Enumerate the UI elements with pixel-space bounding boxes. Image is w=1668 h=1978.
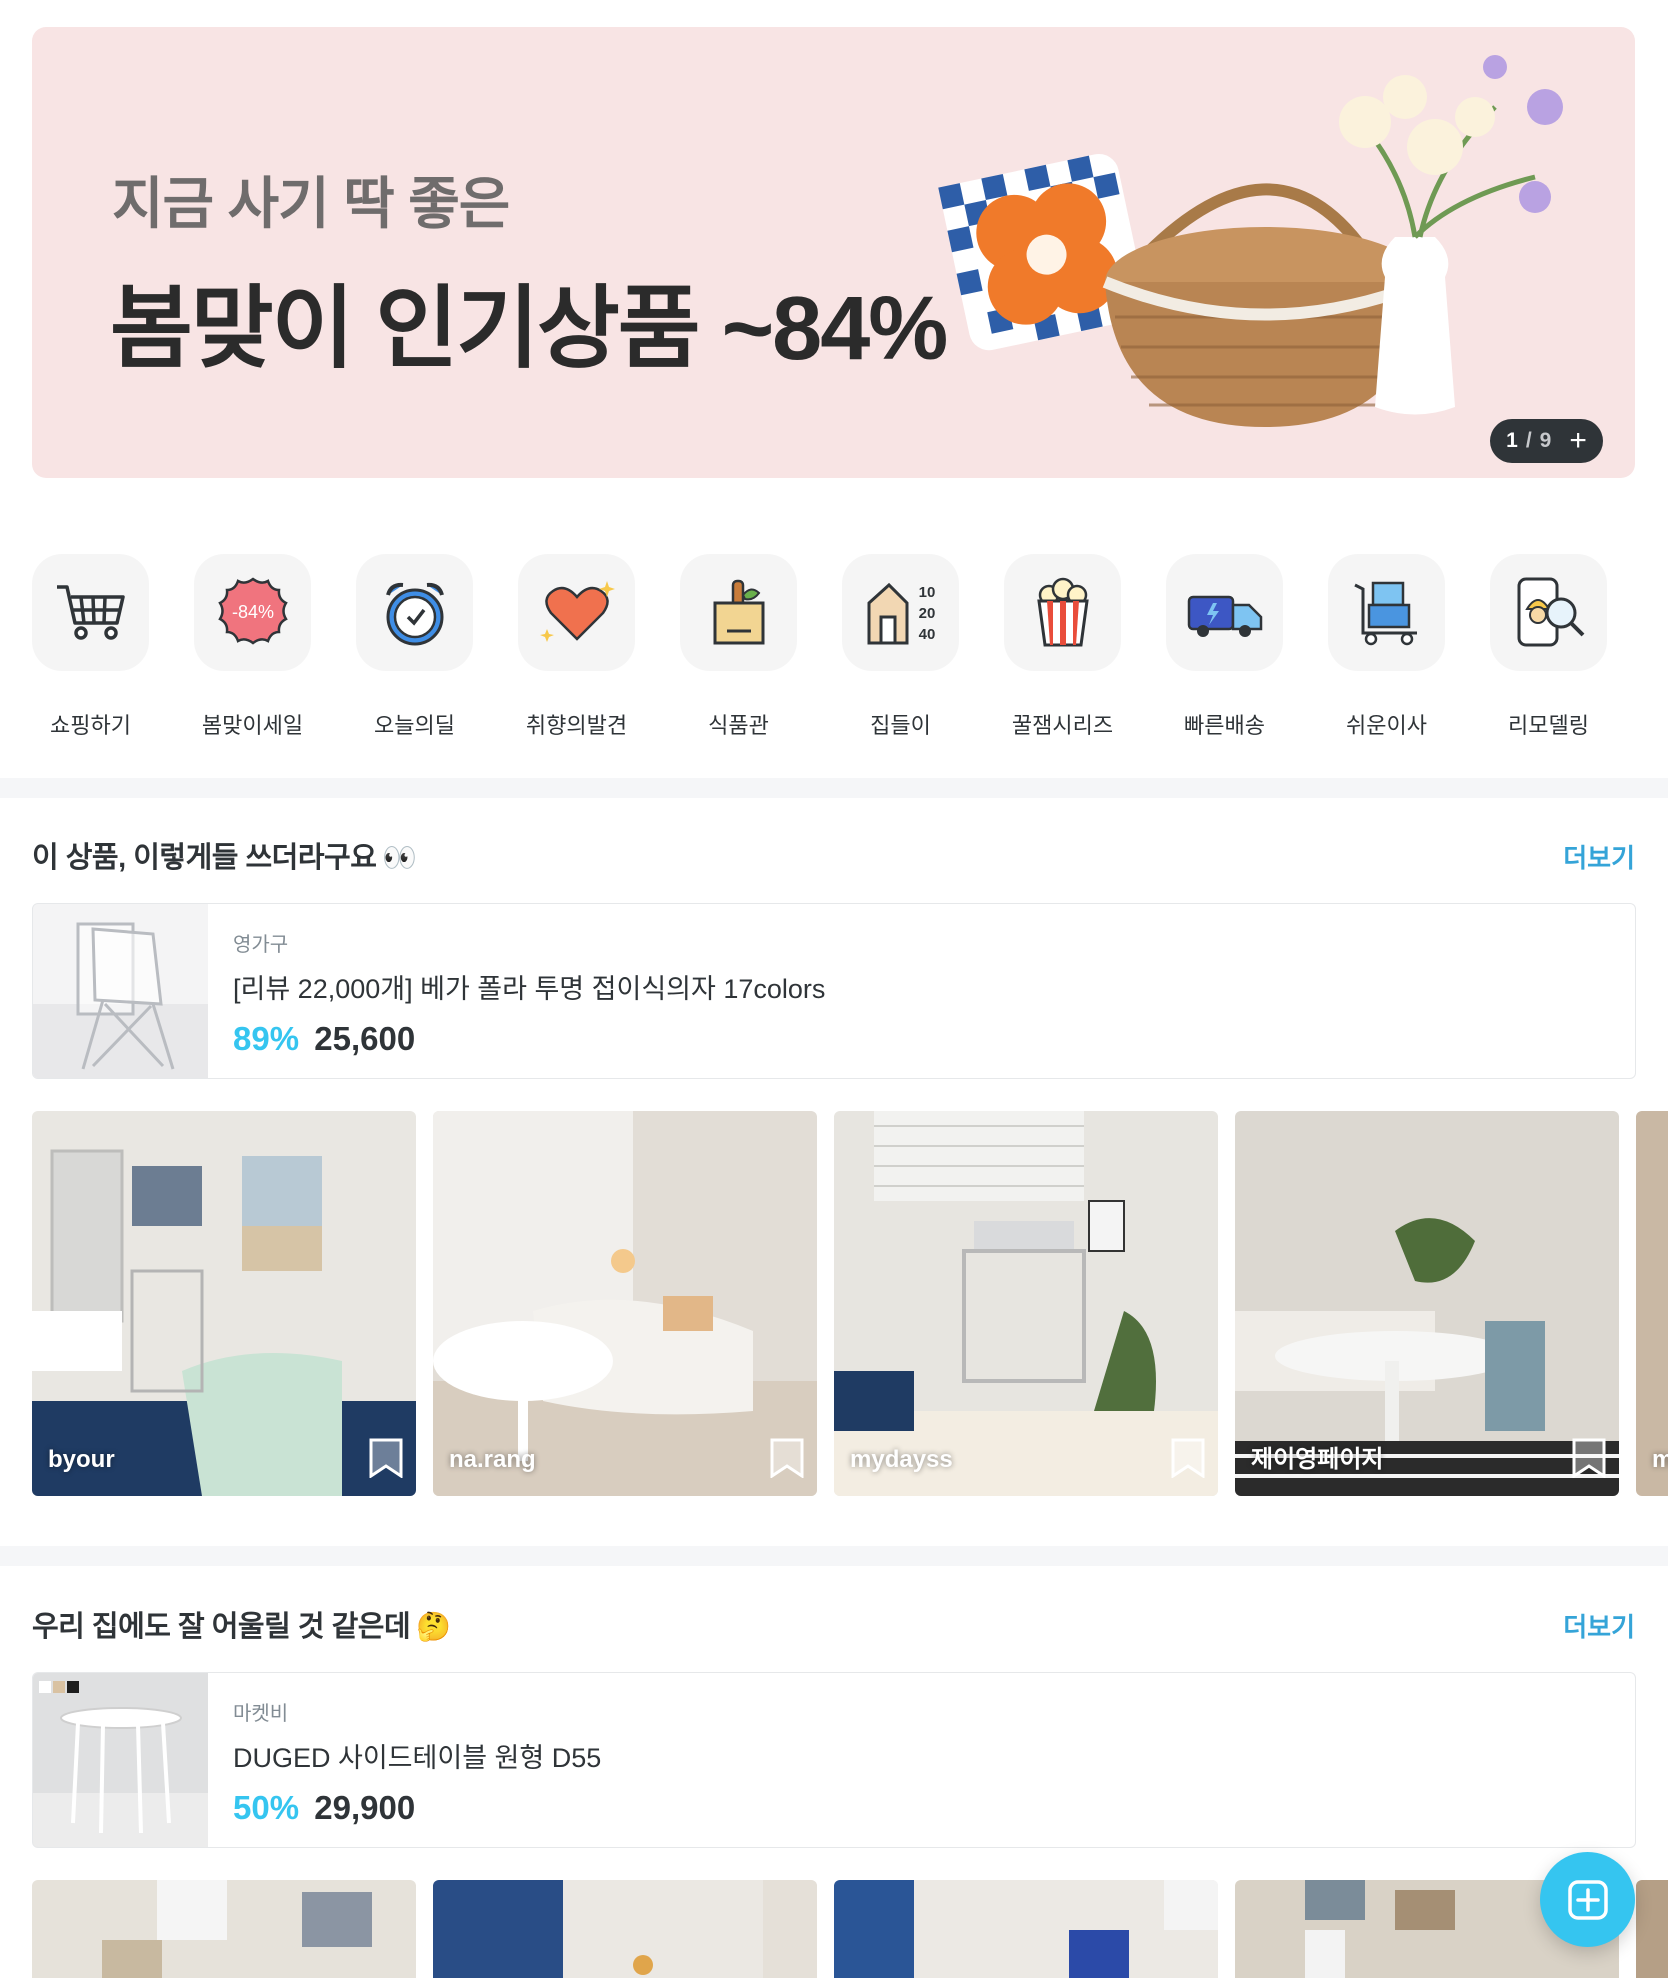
category-food-hall[interactable]: 식품관: [680, 554, 797, 740]
room-photo-image: [32, 1880, 416, 1978]
room-photo[interactable]: [834, 1880, 1218, 1978]
category-label: 취향의발견: [525, 713, 628, 738]
photo-carousel[interactable]: [32, 1880, 1668, 1978]
room-photo-image: [433, 1111, 817, 1496]
section-divider: [0, 778, 1668, 798]
banner-pager[interactable]: 1 / 9 +: [1490, 419, 1603, 463]
section-title: 우리 집에도 잘 어울릴 것 같은데 🤔: [32, 1603, 451, 1645]
category-label: 집들이: [870, 713, 931, 738]
room-photo-image: [834, 1111, 1218, 1496]
room-photo[interactable]: byour: [32, 1111, 416, 1496]
photo-username: 제이영페이지: [1251, 1446, 1384, 1473]
room-photo[interactable]: [1636, 1880, 1668, 1978]
bookmark-icon[interactable]: [769, 1438, 805, 1478]
category-label: 쉬운이사: [1346, 713, 1427, 738]
photo-username: byour: [48, 1446, 115, 1473]
category-label: 리모델링: [1508, 713, 1589, 738]
product-name: [리뷰 22,000개] 베가 폴라 투명 접이식의자 17colors: [233, 974, 826, 1004]
category-label: 빠른배송: [1184, 713, 1265, 738]
room-photo[interactable]: m: [1636, 1111, 1668, 1496]
product-brand: 영가구: [233, 934, 289, 956]
category-label: 꿀잼시리즈: [1011, 713, 1114, 738]
room-photo-image: [433, 1880, 817, 1978]
product-card[interactable]: 마켓비 DUGED 사이드테이블 원형 D55 50% 29,900: [32, 1672, 1636, 1848]
pager-current: 1: [1506, 429, 1518, 452]
remodeling-icon: [1490, 554, 1607, 671]
room-photo[interactable]: [32, 1880, 416, 1978]
photo-carousel[interactable]: byour na.rang mydayss 제이영페이지 m: [32, 1111, 1668, 1496]
category-housewarming[interactable]: 10 20 40 집들이: [842, 554, 959, 740]
section-title-text: 이 상품, 이렇게들 쓰더라구요: [32, 842, 377, 874]
bookmark-icon[interactable]: [1170, 1438, 1206, 1478]
truck-icon: [1166, 554, 1283, 671]
category-shortcuts: 쇼핑하기 -84% 봄맞이세일 오늘의딜 취향의발견 식품관 10 20 40 …: [32, 554, 1668, 740]
alarm-clock-icon: [356, 554, 473, 671]
grocery-bag-icon: [680, 554, 797, 671]
section-divider: [0, 1546, 1668, 1566]
room-photo[interactable]: mydayss: [834, 1111, 1218, 1496]
product-discount: 89%: [233, 1020, 300, 1057]
category-label: 봄맞이세일: [201, 713, 304, 738]
product-discount: 50%: [233, 1789, 300, 1826]
bookmark-icon[interactable]: [368, 1438, 404, 1478]
category-easy-moving[interactable]: 쉬운이사: [1328, 554, 1445, 740]
product-price: 25,600: [314, 1020, 416, 1057]
photo-username: na.rang: [449, 1446, 536, 1473]
category-discovery[interactable]: 취향의발견: [518, 554, 635, 740]
section-title: 이 상품, 이렇게들 쓰더라구요 👀: [32, 834, 417, 876]
svg-text:40: 40: [918, 626, 935, 643]
house-size-icon: 10 20 40: [842, 554, 959, 671]
plus-square-icon: [1567, 1879, 1608, 1920]
photo-username: m: [1652, 1446, 1668, 1473]
room-photo-image: [32, 1111, 416, 1496]
room-photo[interactable]: [433, 1880, 817, 1978]
plus-icon[interactable]: +: [1569, 426, 1587, 456]
product-thumbnail: [33, 1673, 208, 1847]
category-label: 쇼핑하기: [50, 713, 131, 738]
sale-badge-icon: -84%: [194, 554, 311, 671]
room-photo[interactable]: na.rang: [433, 1111, 817, 1496]
photo-username: mydayss: [850, 1446, 953, 1473]
svg-text:20: 20: [918, 605, 935, 622]
banner-picnic-basket-image: [938, 55, 1563, 427]
promo-banner[interactable]: 지금 사기 딱 좋은 봄맞이 인기상품 ~84% 1 / 9 +: [32, 27, 1635, 478]
category-spring-sale[interactable]: -84% 봄맞이세일: [194, 554, 311, 740]
pager-total: 9: [1539, 429, 1552, 452]
category-label: 식품관: [708, 713, 769, 738]
thinking-emoji-icon: 🤔: [416, 1611, 451, 1642]
eyes-emoji-icon: 👀: [382, 842, 417, 873]
product-thumbnail: [33, 904, 208, 1078]
section-title-text: 우리 집에도 잘 어울릴 것 같은데: [32, 1611, 411, 1643]
cart-icon: [32, 554, 149, 671]
bookmark-icon[interactable]: [1571, 1438, 1607, 1478]
room-photo-image: [1636, 1880, 1668, 1978]
category-remodeling[interactable]: 리모델링: [1490, 554, 1607, 740]
room-photo-image: [834, 1880, 1218, 1978]
moving-cart-icon: [1328, 554, 1445, 671]
more-link[interactable]: 더보기: [1563, 1607, 1635, 1644]
category-label: 오늘의딜: [374, 713, 455, 738]
room-photo[interactable]: 제이영페이지: [1235, 1111, 1619, 1496]
more-link[interactable]: 더보기: [1563, 838, 1635, 875]
category-fast-delivery[interactable]: 빠른배송: [1166, 554, 1283, 740]
heart-icon: [518, 554, 635, 671]
room-photo-image: [1636, 1111, 1668, 1496]
write-fab-button[interactable]: [1540, 1852, 1635, 1947]
category-fun-series[interactable]: 꿀잼시리즈: [1004, 554, 1121, 740]
product-price: 29,900: [314, 1789, 416, 1826]
category-todays-deal[interactable]: 오늘의딜: [356, 554, 473, 740]
banner-title: 봄맞이 인기상품 ~84%: [110, 279, 948, 379]
product-name: DUGED 사이드테이블 원형 D55: [233, 1743, 602, 1773]
popcorn-icon: [1004, 554, 1121, 671]
product-card[interactable]: 영가구 [리뷰 22,000개] 베가 폴라 투명 접이식의자 17colors…: [32, 903, 1636, 1079]
banner-subtitle: 지금 사기 딱 좋은: [112, 172, 510, 235]
sale-badge-text: -84%: [231, 602, 273, 622]
product-brand: 마켓비: [233, 1703, 289, 1725]
pager-separator: /: [1525, 429, 1532, 452]
category-shopping[interactable]: 쇼핑하기: [32, 554, 149, 740]
svg-text:10: 10: [918, 584, 935, 601]
